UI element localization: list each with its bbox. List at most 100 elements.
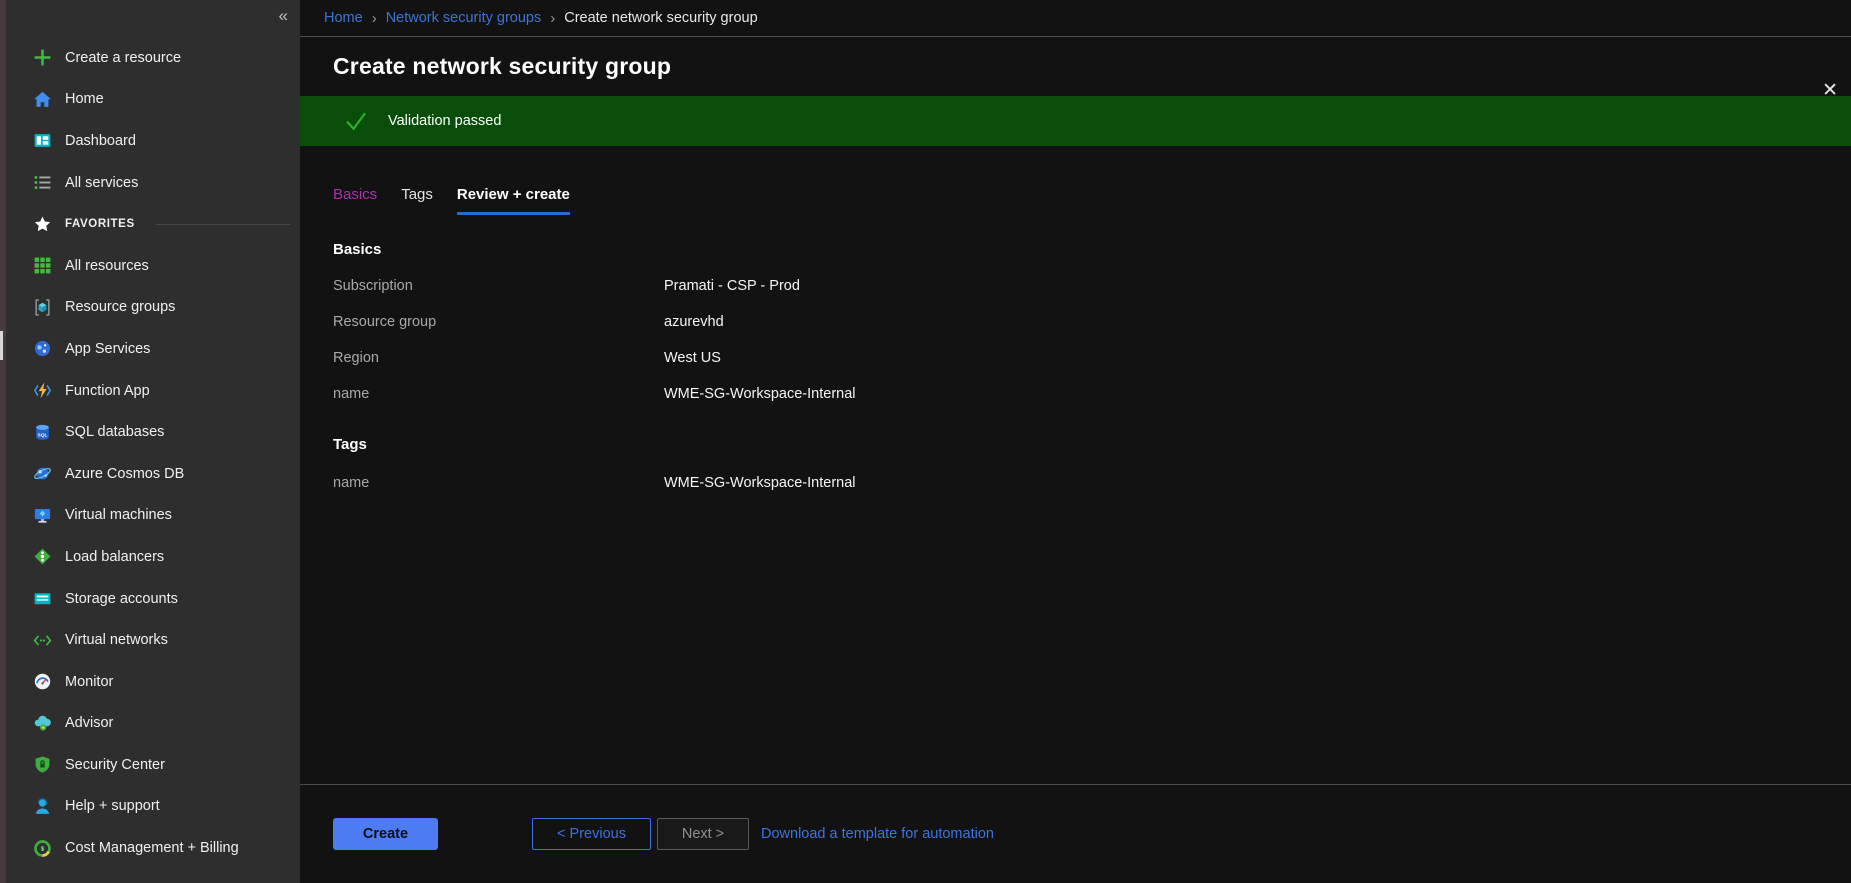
sidebar-item-cost-management-billing[interactable]: $ Cost Management + Billing: [6, 827, 300, 869]
sidebar-item-create-a-resource[interactable]: Create a resource: [6, 37, 300, 79]
field-label: name: [333, 386, 664, 402]
row-subscription: Subscription Pramati - CSP - Prod: [333, 268, 1851, 304]
sidebar: « Create a resource Home Dashboard All s…: [6, 0, 300, 883]
tab-review-create[interactable]: Review + create: [457, 186, 570, 215]
svg-text:SQL: SQL: [37, 432, 47, 438]
sidebar-item-label: Create a resource: [65, 50, 181, 66]
sidebar-item-label: SQL databases: [65, 424, 164, 440]
field-label: Subscription: [333, 278, 664, 294]
row-resource-group: Resource group azurevhd: [333, 304, 1851, 340]
sidebar-item-dashboard[interactable]: Dashboard: [6, 120, 300, 162]
sidebar-item-function-app[interactable]: Function App: [6, 370, 300, 412]
function-app-icon: [32, 381, 52, 401]
sidebar-item-azure-cosmos-db[interactable]: Azure Cosmos DB: [6, 453, 300, 495]
home-icon: [32, 89, 52, 109]
row-tag-name: name WME-SG-Workspace-Internal: [333, 465, 1851, 501]
sidebar-item-label: Dashboard: [65, 133, 136, 149]
sidebar-item-label: Function App: [65, 383, 150, 399]
checkmark-icon: [344, 109, 368, 133]
tags-rows: name WME-SG-Workspace-Internal: [333, 465, 1851, 501]
sidebar-item-label: All services: [65, 175, 138, 191]
title-bar: Create network security group ✕: [300, 37, 1851, 96]
storage-accounts-icon: [32, 589, 52, 609]
field-value: Pramati - CSP - Prod: [664, 278, 800, 294]
virtual-machines-icon: [32, 505, 52, 525]
tab-basics[interactable]: Basics: [333, 186, 377, 215]
field-label: name: [333, 475, 664, 491]
page-title: Create network security group: [333, 53, 671, 80]
sidebar-item-label: App Services: [65, 341, 150, 357]
field-value: WME-SG-Workspace-Internal: [664, 386, 856, 402]
sidebar-item-home[interactable]: Home: [6, 79, 300, 121]
cosmos-db-icon: [32, 464, 52, 484]
chevron-right-icon: ›: [372, 10, 377, 27]
sidebar-item-all-resources[interactable]: All resources: [6, 245, 300, 287]
load-balancers-icon: [32, 547, 52, 567]
breadcrumb-home-link[interactable]: Home: [324, 10, 363, 26]
validation-banner: Validation passed: [300, 96, 1851, 146]
app-services-icon: [32, 339, 52, 359]
sidebar-item-label: Resource groups: [65, 299, 175, 315]
sidebar-item-label: Storage accounts: [65, 591, 178, 607]
sidebar-item-storage-accounts[interactable]: Storage accounts: [6, 578, 300, 620]
main-panel: Home › Network security groups › Create …: [300, 0, 1851, 883]
sidebar-item-label: Security Center: [65, 757, 165, 773]
sidebar-item-label: Azure Cosmos DB: [65, 466, 184, 482]
close-icon[interactable]: ✕: [1822, 81, 1838, 100]
left-edge-marker: [0, 331, 3, 360]
sidebar-item-label: Advisor: [65, 715, 113, 731]
sidebar-item-label: Virtual machines: [65, 507, 172, 523]
security-center-icon: [32, 755, 52, 775]
dashboard-icon: [32, 131, 52, 151]
validation-message: Validation passed: [388, 113, 501, 129]
next-button[interactable]: Next >: [657, 818, 749, 850]
list-icon: [32, 173, 52, 193]
row-name: name WME-SG-Workspace-Internal: [333, 376, 1851, 412]
sidebar-item-label: Load balancers: [65, 549, 164, 565]
monitor-icon: [32, 672, 52, 692]
field-label: Resource group: [333, 314, 664, 330]
sidebar-item-all-services[interactable]: All services: [6, 162, 300, 204]
sidebar-item-label: Help + support: [65, 798, 160, 814]
field-value: West US: [664, 350, 721, 366]
virtual-networks-icon: [32, 630, 52, 650]
sidebar-favorites-header: FAVORITES: [6, 203, 300, 245]
sql-databases-icon: SQL: [32, 422, 52, 442]
sidebar-item-monitor[interactable]: Monitor: [6, 661, 300, 703]
chevron-right-icon: ›: [550, 10, 555, 27]
sidebar-item-security-center[interactable]: Security Center: [6, 744, 300, 786]
tags-section-heading: Tags: [333, 436, 1851, 453]
sidebar-item-virtual-networks[interactable]: Virtual networks: [6, 619, 300, 661]
resource-groups-icon: [32, 297, 52, 317]
tab-tags[interactable]: Tags: [401, 186, 433, 215]
sidebar-item-label: Virtual networks: [65, 632, 168, 648]
previous-button[interactable]: < Previous: [532, 818, 651, 850]
sidebar-item-label: Cost Management + Billing: [65, 840, 239, 856]
sidebar-collapse-button[interactable]: «: [279, 7, 288, 24]
sidebar-item-advisor[interactable]: Advisor: [6, 703, 300, 745]
footer-action-bar: Create < Previous Next > Download a temp…: [300, 784, 1851, 883]
sidebar-item-app-services[interactable]: App Services: [6, 328, 300, 370]
cost-management-icon: $: [32, 838, 52, 858]
breadcrumb: Home › Network security groups › Create …: [300, 0, 1851, 37]
tab-bar: Basics Tags Review + create: [333, 186, 1851, 215]
star-icon: [32, 214, 52, 234]
basics-section-heading: Basics: [333, 241, 1851, 258]
field-label: Region: [333, 350, 664, 366]
download-template-link[interactable]: Download a template for automation: [761, 826, 994, 842]
plus-icon: [32, 48, 52, 68]
sidebar-item-load-balancers[interactable]: Load balancers: [6, 536, 300, 578]
breadcrumb-current: Create network security group: [564, 10, 757, 26]
sidebar-item-label: All resources: [65, 258, 149, 274]
row-region: Region West US: [333, 340, 1851, 376]
sidebar-item-sql-databases[interactable]: SQL SQL databases: [6, 411, 300, 453]
advisor-icon: [32, 713, 52, 733]
create-button[interactable]: Create: [333, 818, 438, 850]
sidebar-nav-list: Create a resource Home Dashboard All ser…: [6, 37, 300, 869]
sidebar-item-resource-groups[interactable]: Resource groups: [6, 287, 300, 329]
help-support-icon: [32, 796, 52, 816]
sidebar-item-virtual-machines[interactable]: Virtual machines: [6, 495, 300, 537]
sidebar-item-help-support[interactable]: Help + support: [6, 786, 300, 828]
breadcrumb-nsg-link[interactable]: Network security groups: [386, 10, 542, 26]
field-value: WME-SG-Workspace-Internal: [664, 475, 856, 491]
